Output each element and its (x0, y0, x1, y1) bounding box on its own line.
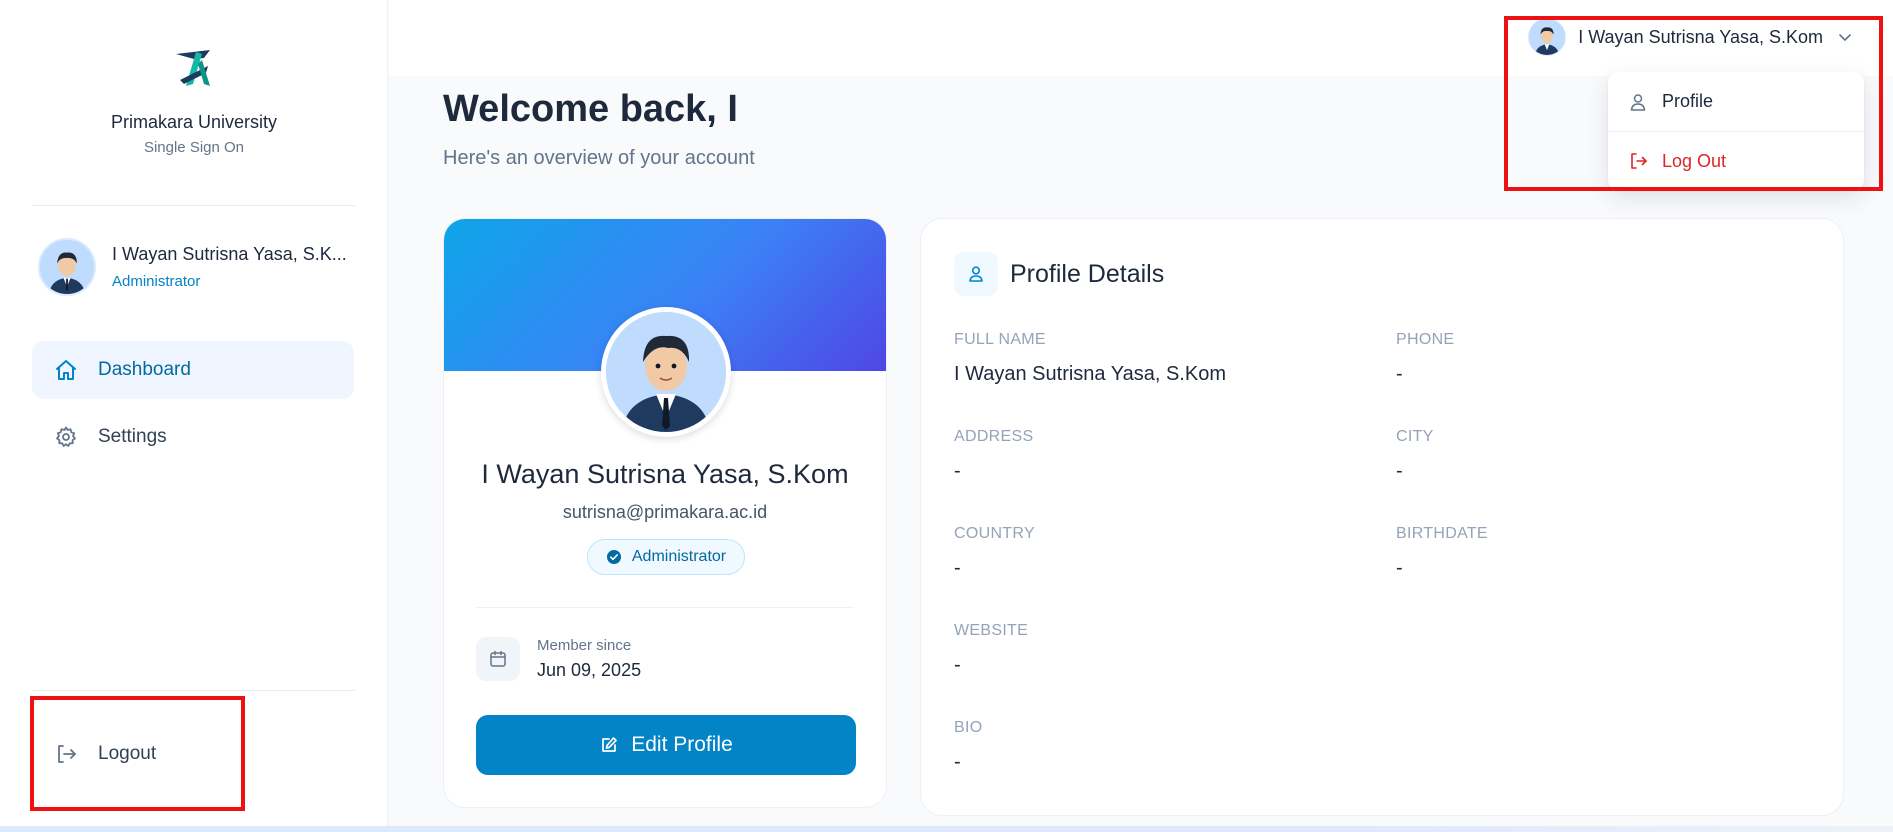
field-value: - (1396, 363, 1403, 385)
sidebar-divider (32, 205, 355, 206)
member-since: Member since Jun 09, 2025 (476, 637, 641, 681)
field-label: ADDRESS (954, 428, 1034, 445)
gear-icon (56, 426, 76, 447)
member-since-date: Jun 09, 2025 (537, 660, 642, 680)
details-header: Profile Details (954, 252, 1164, 296)
sidebar: Primakara University Single Sign On I Wa… (0, 0, 388, 832)
topbar-user-name: I Wayan Sutrisna Yasa, S.Kom (1578, 26, 1823, 47)
topbar: I Wayan Sutrisna Yasa, S.Kom (389, 0, 1893, 76)
field-birthdate: BIRTHDATE - (1396, 525, 1488, 580)
sidebar-user-name: I Wayan Sutrisna Yasa, S.K... (112, 244, 347, 264)
dropdown-item-profile[interactable]: Profile (1608, 72, 1864, 131)
profile-name: I Wayan Sutrisna Yasa, S.Kom (481, 459, 849, 489)
field-value: - (1396, 460, 1403, 482)
field-value: - (1396, 557, 1403, 579)
logout-icon (1631, 153, 1647, 169)
sidebar-divider (32, 690, 355, 691)
field-phone: PHONE - (1396, 331, 1454, 386)
details-title: Profile Details (1010, 259, 1165, 288)
calendar-icon (476, 637, 520, 681)
user-menu-toggle[interactable]: I Wayan Sutrisna Yasa, S.Kom (1528, 18, 1853, 56)
field-value: - (954, 751, 961, 773)
chevron-down-icon (1839, 34, 1851, 41)
user-icon (954, 252, 998, 296)
home-icon (56, 360, 76, 380)
sidebar-item-label: Dashboard (98, 359, 191, 380)
field-bio: BIO - (954, 719, 982, 774)
field-value: - (954, 557, 961, 579)
profile-avatar (601, 307, 731, 437)
brand: Primakara University Single Sign On (0, 40, 388, 156)
member-since-label: Member since (537, 637, 632, 654)
avatar (38, 238, 96, 296)
field-label: PHONE (1396, 331, 1455, 348)
field-label: FULL NAME (954, 331, 1046, 348)
field-label: BIRTHDATE (1396, 525, 1488, 542)
field-label: WEBSITE (954, 622, 1029, 639)
page-subtitle: Here's an overview of your account (443, 147, 755, 169)
logout-label: Logout (98, 743, 157, 764)
page-title: Welcome back, I (443, 88, 738, 130)
window-bottom-edge (0, 826, 1893, 832)
brand-subtitle: Single Sign On (143, 139, 245, 156)
role-badge: Administrator (587, 539, 745, 575)
sidebar-item-dashboard[interactable]: Dashboard (32, 341, 354, 399)
user-dropdown-menu: Profile Log Out (1608, 72, 1864, 190)
sidebar-item-label: Settings (98, 426, 167, 447)
edit-icon (602, 737, 618, 752)
profile-email: sutrisna@primakara.ac.id (562, 502, 768, 522)
primakara-logo-icon[interactable] (166, 40, 222, 96)
edit-profile-label: Edit Profile (631, 733, 733, 756)
profile-details-card: Profile Details FULL NAME I Wayan Sutris… (920, 218, 1844, 816)
field-website: WEBSITE - (954, 622, 1028, 677)
edit-profile-button[interactable]: Edit Profile (476, 715, 856, 775)
role-badge-label: Administrator (631, 548, 727, 565)
field-value: - (954, 460, 961, 482)
dropdown-item-logout[interactable]: Log Out (1608, 131, 1864, 190)
user-icon (1630, 93, 1646, 111)
dropdown-item-label: Log Out (1662, 150, 1727, 171)
field-value: I Wayan Sutrisna Yasa, S.Kom (954, 363, 1226, 385)
field-label: COUNTRY (954, 525, 1035, 542)
field-address: ADDRESS - (954, 428, 1033, 483)
profile-card: I Wayan Sutrisna Yasa, S.Kom sutrisna@pr… (443, 218, 887, 808)
field-label: BIO (954, 719, 983, 736)
field-city: CITY - (1396, 428, 1434, 483)
brand-name: Primakara University (110, 112, 278, 132)
card-divider (476, 607, 854, 608)
logout-icon (58, 745, 76, 763)
avatar (1528, 18, 1567, 56)
field-full-name: FULL NAME I Wayan Sutrisna Yasa, S.Kom (954, 331, 1226, 386)
field-value: - (954, 654, 961, 676)
sidebar-item-settings[interactable]: Settings (32, 408, 354, 466)
sidebar-logout-button[interactable]: Logout (32, 726, 354, 782)
dropdown-item-label: Profile (1662, 91, 1714, 111)
app-root: Primakara University Single Sign On I Wa… (0, 0, 1893, 832)
verified-check-icon (606, 550, 621, 564)
field-country: COUNTRY - (954, 525, 1035, 580)
field-label: CITY (1396, 428, 1434, 445)
sidebar-user-role: Administrator (112, 273, 201, 290)
sidebar-user-card: I Wayan Sutrisna Yasa, S.K... Administra… (38, 238, 347, 296)
